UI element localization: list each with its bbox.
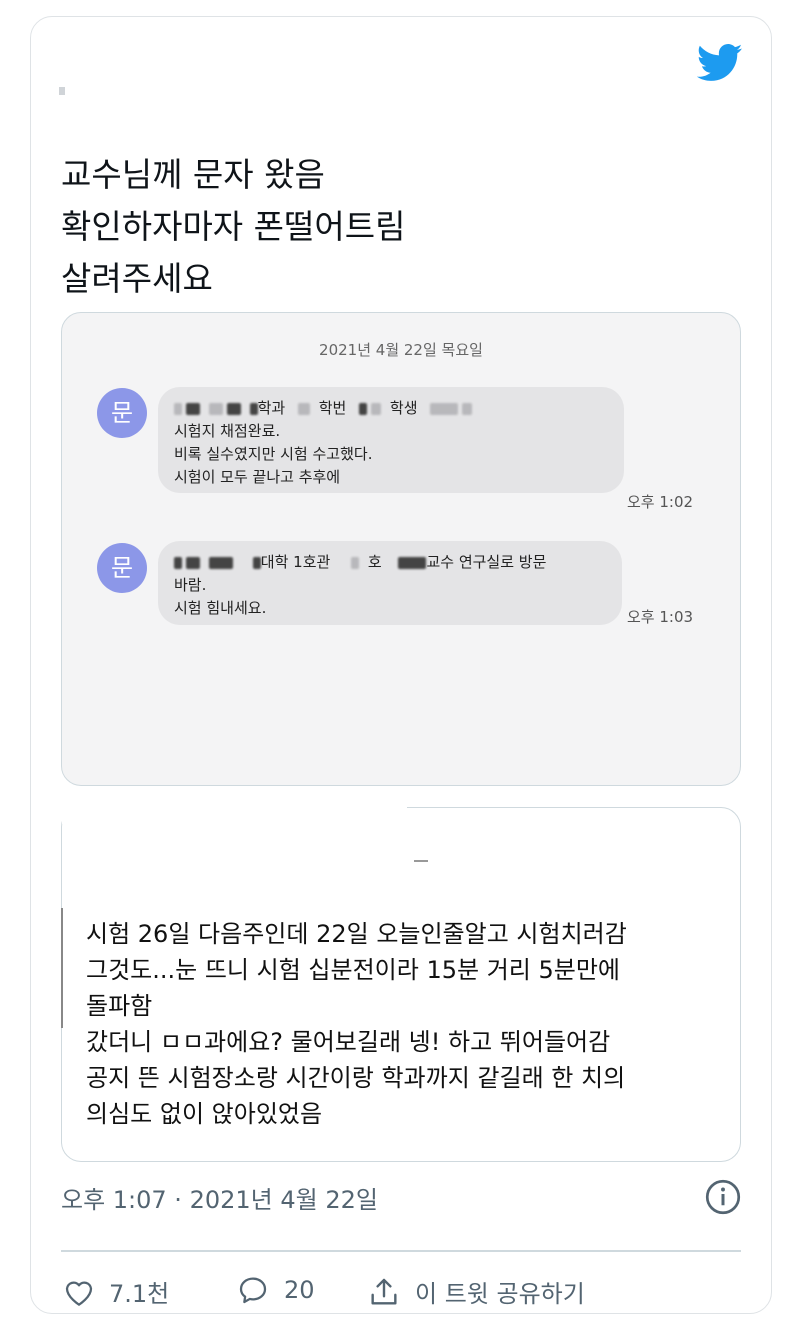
tweet-text: 교수님께 문자 왔음 확인하자마자 폰떨어트림 살려주세요: [61, 149, 741, 305]
share-button[interactable]: 이 트윗 공유하기: [367, 1274, 585, 1309]
like-count: 7.1천: [109, 1280, 170, 1308]
reply-count: 20: [284, 1276, 315, 1304]
sender-avatar: 문: [97, 388, 147, 438]
twitter-bird-icon[interactable]: [697, 43, 743, 83]
message-bubble: 학과 학번 학생 시험지 채점완료. 비록 실수였지만 시험 수고했다. 시험이…: [158, 387, 624, 493]
tweet-card: 교수님께 문자 왔음 확인하자마자 폰떨어트림 살려주세요 2021년 4월 2…: [30, 16, 772, 1314]
share-icon: [371, 1278, 397, 1305]
message-header-text: 대학 1호관: [260, 553, 331, 571]
message-header-text: 교수 연구실로 방문: [426, 553, 547, 571]
info-icon[interactable]: [705, 1179, 741, 1215]
tweet-line: 교수님께 문자 왔음: [61, 155, 325, 194]
reply-bubble-icon: [239, 1277, 267, 1304]
message-line: 시험 힘내세요.: [174, 599, 267, 617]
message-line: 시험이 모두 끝나고 추후에: [174, 468, 341, 486]
share-label: 이 트윗 공유하기: [415, 1280, 585, 1308]
message-header-text: 학과: [257, 399, 286, 417]
quote-line: 공지 뜬 시험장소랑 시간이랑 학과까지 같길래 한 치의: [86, 1064, 626, 1092]
tweet-line: 확인하자마자 폰떨어트림: [61, 207, 406, 246]
message-bubble: 대학 1호관 호 교수 연구실로 방문 바람. 시험 힘내세요.: [158, 541, 622, 625]
message-time: 오후 1:03: [627, 608, 694, 626]
tweet-line: 살려주세요: [61, 259, 213, 298]
quote-line: 시험 26일 다음주인데 22일 오늘인줄알고 시험치러감: [86, 920, 627, 948]
like-button[interactable]: 7.1천: [63, 1274, 169, 1309]
quote-line: 그것도...눈 뜨니 시험 십분전이라 15분 거리 5분만에: [86, 956, 620, 984]
quote-line: 갔더니 ㅁㅁ과에요? 물어보길래 넹! 하고 뛰어들어감: [86, 1028, 611, 1056]
message-line: 비록 실수였지만 시험 수고했다.: [174, 445, 373, 463]
message-time: 오후 1:02: [627, 493, 694, 511]
tweet-timestamp[interactable]: 오후 1:07 · 2021년 4월 22일: [61, 1180, 378, 1215]
quote-line: 의심도 없이 앉아있었음: [86, 1100, 323, 1128]
message-line: 바람.: [174, 576, 207, 594]
quote-line: 돌파함: [86, 992, 153, 1020]
quoted-tweet[interactable]: 시험 26일 다음주인데 22일 오늘인줄알고 시험치러감 그것도...눈 뜨니…: [61, 804, 741, 1162]
message-header-text: 학생: [389, 399, 418, 417]
divider: [61, 1250, 741, 1252]
message-header-text: 학번: [318, 399, 347, 417]
reply-button[interactable]: 20: [236, 1274, 315, 1306]
sender-avatar: 문: [97, 543, 147, 593]
message-header: 학과 학번 학생: [174, 397, 608, 420]
sms-date-header: 2021년 4월 22일 목요일: [319, 341, 483, 359]
attached-image[interactable]: 2021년 4월 22일 목요일 문 학과 학번 학생 시험지 채점완료. 비록…: [61, 312, 741, 786]
quoted-tweet-text: 시험 26일 다음주인데 22일 오늘인줄알고 시험치러감 그것도...눈 뜨니…: [86, 916, 726, 1132]
message-header: 대학 1호관 호 교수 연구실로 방문: [174, 551, 606, 574]
message-line: 시험지 채점완료.: [174, 422, 281, 440]
heart-icon: [65, 1281, 93, 1306]
avatar: [59, 87, 65, 95]
message-header-text: 호: [367, 553, 382, 571]
